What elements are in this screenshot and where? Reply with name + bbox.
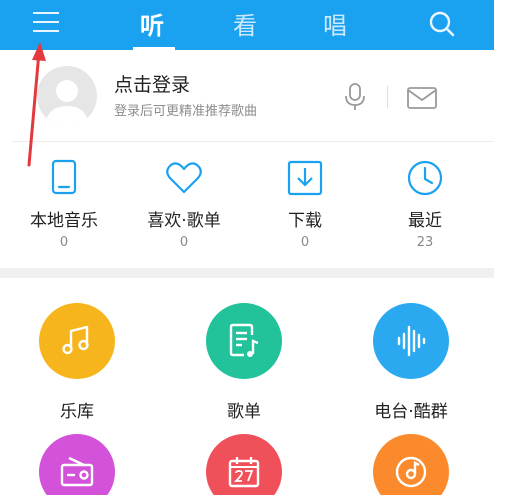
shortcut-label: 本地音乐 — [30, 211, 98, 231]
playlist-icon — [229, 323, 259, 357]
tab-sing[interactable]: 唱 — [323, 6, 347, 41]
menu-icon[interactable] — [33, 11, 59, 33]
shortcut-count: 23 — [416, 235, 434, 250]
feature-icon-circle — [206, 303, 282, 379]
feature-calendar[interactable] — [179, 434, 309, 495]
profile-section: 点击登录 登录后可更精准推荐歌曲 — [0, 50, 494, 142]
feature-icon-circle — [206, 434, 282, 495]
shortcut-downloads[interactable]: 下载 0 — [245, 150, 365, 250]
feature-label: 电台·酷群 — [374, 402, 448, 422]
phone-icon — [51, 159, 77, 195]
shortcut-label: 下载 — [288, 211, 322, 231]
shortcut-count: 0 — [179, 235, 189, 250]
tab-listen[interactable]: 听 — [140, 6, 164, 41]
feature-radio[interactable] — [12, 434, 142, 495]
search-icon[interactable] — [428, 10, 456, 38]
feature-playlists[interactable]: 歌单 — [179, 303, 309, 422]
shortcut-recent[interactable]: 最近 23 — [365, 150, 485, 250]
section-gap — [0, 268, 494, 278]
section-divider — [12, 141, 494, 142]
feature-icon-circle — [373, 434, 449, 495]
tab-watch[interactable]: 看 — [233, 6, 257, 41]
library-shortcuts: 本地音乐 0 喜欢·歌单 0 下载 0 最近 23 — [0, 150, 494, 260]
top-bar: 听 看 唱 — [0, 0, 494, 50]
shortcut-count: 0 — [59, 235, 69, 250]
avatar[interactable] — [37, 66, 97, 126]
clock-icon — [407, 160, 443, 196]
login-title[interactable]: 点击登录 — [114, 70, 190, 97]
shortcut-favorites[interactable]: 喜欢·歌单 0 — [124, 150, 244, 250]
music-note-icon — [62, 325, 89, 355]
feature-label: 乐库 — [60, 402, 94, 422]
mail-icon[interactable] — [406, 86, 438, 110]
shortcut-count: 0 — [300, 235, 310, 250]
disc-icon — [395, 456, 427, 488]
feature-radio-groups[interactable]: 电台·酷群 — [346, 303, 476, 422]
action-divider — [387, 86, 388, 108]
feature-icon-circle — [373, 303, 449, 379]
download-icon — [287, 160, 323, 196]
radio-icon — [60, 456, 94, 487]
shortcut-label: 最近 — [408, 211, 442, 231]
feature-disc[interactable] — [346, 434, 476, 495]
microphone-icon[interactable] — [342, 82, 368, 112]
avatar-placeholder-icon — [45, 80, 89, 126]
feature-library[interactable]: 乐库 — [12, 303, 142, 422]
feature-icon-circle — [39, 303, 115, 379]
calendar-icon — [228, 457, 260, 488]
sound-wave-icon — [397, 325, 426, 357]
feature-icon-circle — [39, 434, 115, 495]
login-subtitle: 登录后可更精准推荐歌曲 — [114, 104, 258, 119]
heart-icon — [166, 162, 202, 194]
feature-label: 歌单 — [227, 402, 261, 422]
shortcut-local-music[interactable]: 本地音乐 0 — [4, 150, 124, 250]
shortcut-label: 喜欢·歌单 — [147, 211, 221, 231]
